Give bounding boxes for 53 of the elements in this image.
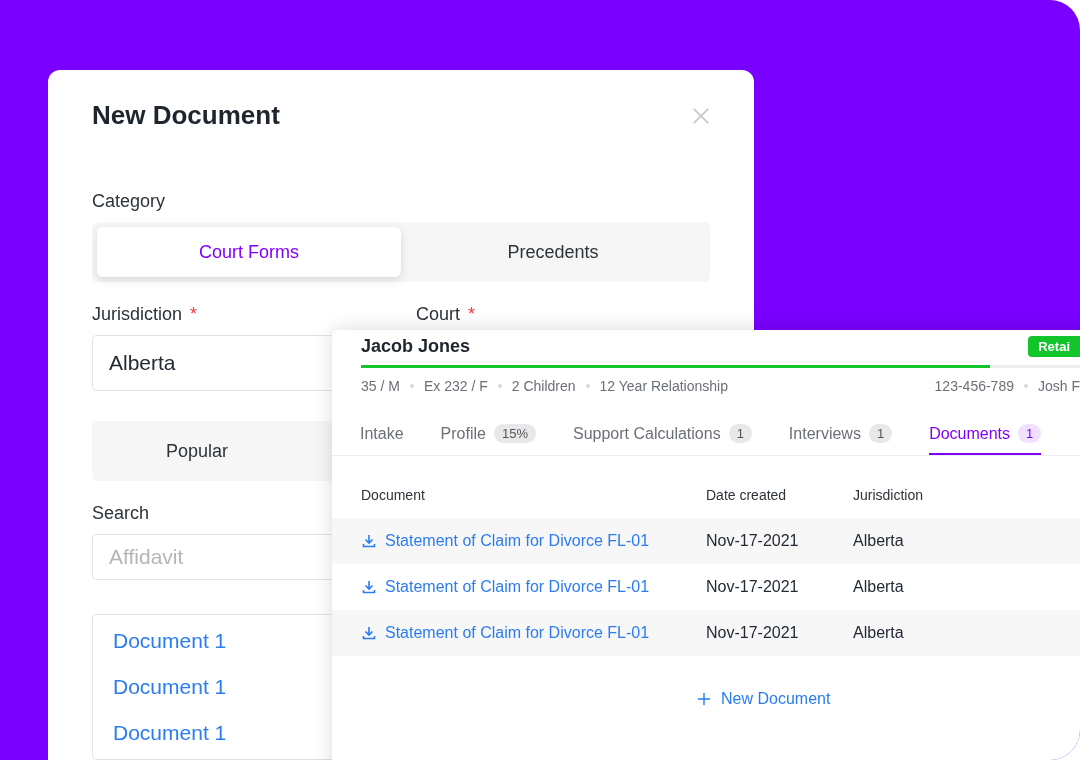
- field-label: Jurisdiction: [92, 304, 183, 325]
- search-field[interactable]: Affidavit: [92, 534, 332, 580]
- separator-dot-icon: [409, 384, 414, 388]
- document-link[interactable]: Document 1: [113, 675, 227, 699]
- required-mark: *: [468, 304, 476, 325]
- download-icon[interactable]: [361, 625, 377, 641]
- tab[interactable]: Interviews 1: [788, 424, 893, 455]
- field-label: Search: [92, 503, 150, 524]
- client-detail: 12 Year Relationship: [599, 378, 728, 394]
- jurisdiction-field[interactable]: Alberta: [92, 335, 332, 391]
- client-name: Jacob Jones: [361, 336, 471, 357]
- status-badge: Retai: [1028, 336, 1080, 357]
- table-cell: Alberta: [853, 624, 904, 642]
- count-badge: 1: [868, 424, 893, 443]
- count-badge: 1: [728, 424, 752, 443]
- table-cell-text: Nov-17-2021: [706, 624, 800, 642]
- separator-dot-icon: [497, 384, 502, 388]
- client-detail: Ex 232 / F: [423, 378, 488, 394]
- list-option[interactable]: Popular: [97, 426, 297, 476]
- category-option[interactable]: Precedents: [401, 227, 705, 277]
- table-cell-text: Nov-17-2021: [706, 532, 800, 550]
- count-badge: 1: [1018, 424, 1042, 443]
- document-link[interactable]: Statement of Claim for Divorce FL-01: [385, 624, 650, 642]
- table-cell: Alberta: [853, 532, 904, 550]
- plus-icon: [697, 692, 711, 706]
- column-header: Document: [361, 487, 426, 503]
- count-badge: 15%: [493, 424, 536, 443]
- tab[interactable]: Intake: [360, 424, 404, 455]
- document-link[interactable]: Document 1: [113, 721, 227, 745]
- tab[interactable]: Profile 15%: [440, 424, 536, 455]
- document-link[interactable]: Statement of Claim for Divorce FL-01: [385, 532, 650, 550]
- document-link[interactable]: Statement of Claim for Divorce FL-01: [385, 578, 650, 596]
- separator-dot-icon: [585, 384, 590, 388]
- contact-detail: 123-456-789: [934, 378, 1014, 394]
- contact-detail: Josh F: [1038, 378, 1080, 394]
- tab[interactable]: Support Calculations 1: [573, 424, 752, 455]
- field-label: Category: [92, 191, 166, 212]
- new-document-button[interactable]: New Document: [697, 690, 831, 708]
- category-option[interactable]: Court Forms: [97, 227, 401, 277]
- field-label: Court: [416, 304, 460, 325]
- column-header: Jurisdiction: [853, 487, 924, 503]
- separator-dot-icon: [1024, 384, 1028, 388]
- client-detail: 35 / M: [361, 378, 400, 394]
- table-cell-text: Nov-17-2021: [706, 578, 800, 596]
- download-icon[interactable]: [361, 579, 377, 595]
- table-cell: Alberta: [853, 578, 904, 596]
- document-link[interactable]: Document 1: [113, 629, 227, 653]
- required-mark: *: [190, 304, 198, 325]
- download-icon[interactable]: [361, 533, 377, 549]
- dialog-title: New Document: [92, 100, 280, 131]
- tab[interactable]: Documents 1: [929, 424, 1042, 455]
- column-header: Date created: [706, 487, 788, 503]
- client-detail: 2 Children: [511, 378, 576, 394]
